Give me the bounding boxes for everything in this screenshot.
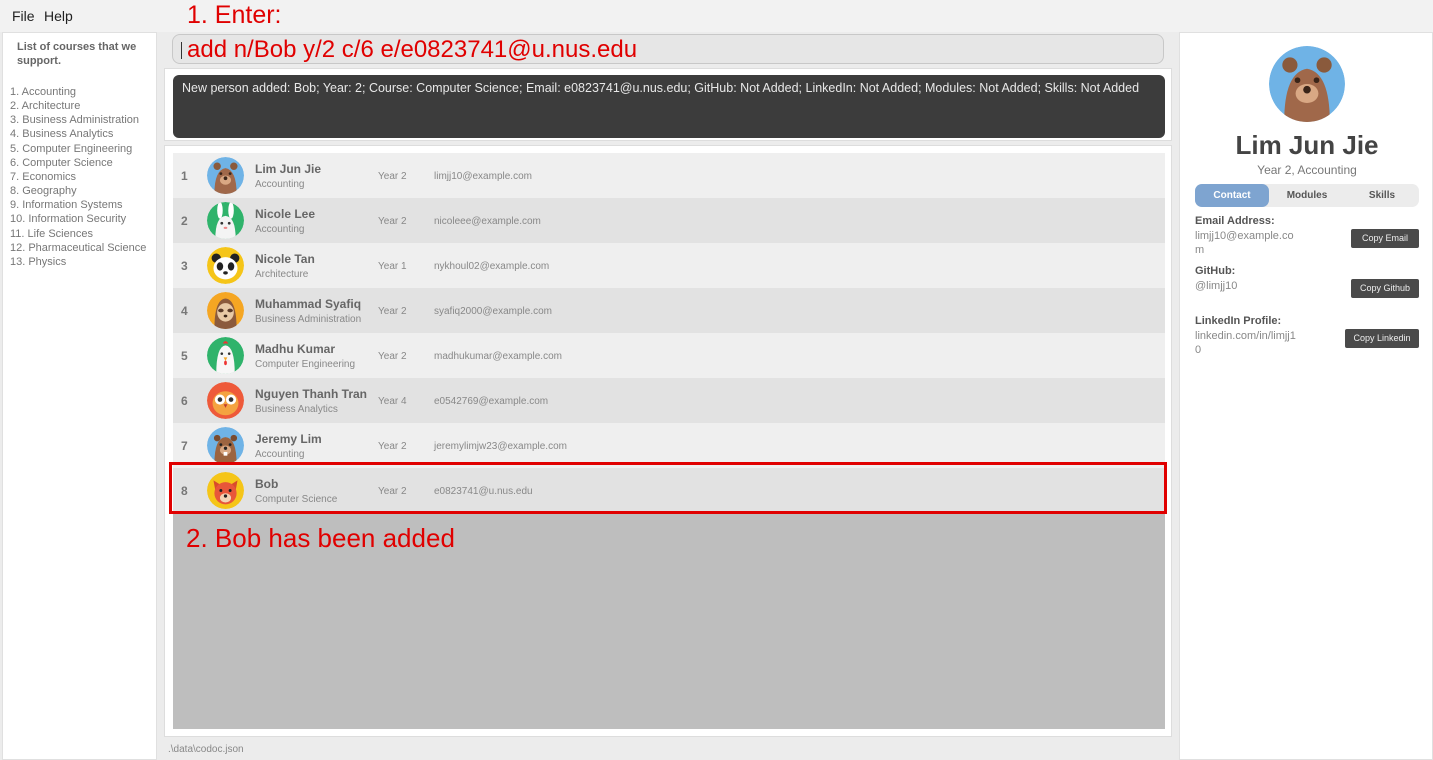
copy-linkedin-button[interactable]: Copy Linkedin xyxy=(1345,329,1419,348)
panda-icon xyxy=(207,247,244,284)
person-year: Year 2 xyxy=(378,351,407,362)
person-email: nicoleee@example.com xyxy=(434,216,541,227)
person-email: limjj10@example.com xyxy=(434,171,532,182)
person-index: 6 xyxy=(181,394,188,408)
person-email: jeremylimjw23@example.com xyxy=(434,441,567,452)
person-email: e0542769@example.com xyxy=(434,396,549,407)
course-item: 1. Accounting xyxy=(10,86,77,98)
text-caret xyxy=(181,42,182,59)
person-email: syafiq2000@example.com xyxy=(434,306,552,317)
linkedin-value: linkedin.com/in/limjj10 xyxy=(1195,330,1296,356)
person-email: madhukumar@example.com xyxy=(434,351,562,362)
person-row[interactable]: 4 Muhammad Syafiq Business Administration Y… xyxy=(173,288,1165,333)
copy-email-button[interactable]: Copy Email xyxy=(1351,229,1419,248)
rabbit-icon xyxy=(207,202,244,239)
person-year: Year 4 xyxy=(378,396,407,407)
person-index: 4 xyxy=(181,304,188,318)
course-item: 5. Computer Engineering xyxy=(10,142,133,155)
github-value: @limjj10 xyxy=(1195,280,1238,292)
result-panel: New person added: Bob; Year: 2; Course: … xyxy=(164,68,1172,141)
person-name: Nicole Tan xyxy=(255,252,315,266)
person-course: Computer Engineering xyxy=(255,359,356,370)
person-row[interactable]: 6 Nguyen Thanh Tran Business Analytics Year… xyxy=(173,378,1165,423)
person-year: Year 1 xyxy=(378,261,407,272)
person-index: 3 xyxy=(181,259,188,273)
owl-icon xyxy=(207,382,244,419)
github-label: GitHub: xyxy=(1195,265,1236,277)
person-email: nykhoul02@example.com xyxy=(434,261,550,272)
detail-tabs: Contact Modules Skills xyxy=(1195,184,1419,207)
detail-name: Lim Jun Jie xyxy=(1235,130,1379,160)
person-name: Jeremy Lim xyxy=(255,432,322,446)
person-course: Architecture xyxy=(255,269,309,280)
person-course: Business Analytics xyxy=(255,404,338,415)
course-list-title: List of courses that we support. xyxy=(17,41,137,67)
course-item: 12. Pharmaceutical Science xyxy=(10,241,147,254)
person-course: Accounting xyxy=(255,449,305,460)
person-row[interactable]: 3 Nicole Tan Architecture Year 1 nykhoul02@e… xyxy=(173,243,1165,288)
person-index: 1 xyxy=(181,169,188,183)
beaver-icon xyxy=(207,427,244,464)
course-item: 11. Life Sciences xyxy=(10,227,93,240)
result-text: New person added: Bob; Year: 2; Course: … xyxy=(182,81,1140,95)
person-row[interactable]: 1 Lim Jun Jie Accounting Year 2 limjj10@exam… xyxy=(173,153,1165,198)
command-input[interactable]: add n/Bob y/2 c/6 e/e0823741@u.nus.edu xyxy=(172,34,1164,64)
person-course: Accounting xyxy=(255,179,305,190)
bear-icon xyxy=(1269,46,1345,122)
course-item: 9. Information Systems xyxy=(10,199,123,212)
tab-skills[interactable]: Skills xyxy=(1345,184,1419,207)
course-item: 10. Information Security xyxy=(10,213,127,226)
person-year: Year 2 xyxy=(378,306,407,317)
person-year: Year 2 xyxy=(378,441,407,452)
person-list-panel: 1 Lim Jun Jie Accounting Year 2 limjj10@exam… xyxy=(164,145,1172,737)
course-item: 8. Geography xyxy=(10,185,77,198)
linkedin-label: LinkedIn Profile: xyxy=(1195,315,1282,327)
course-list: 1. Accounting 2. Architecture 3. Busines… xyxy=(10,85,146,269)
tab-contact[interactable]: Contact xyxy=(1195,184,1269,207)
highlight-box xyxy=(169,462,1167,514)
course-item: 2. Architecture xyxy=(10,100,81,113)
person-year: Year 2 xyxy=(378,171,407,182)
save-file-path: .\data\codoc.json xyxy=(168,744,244,755)
course-item: 3. Business Administration xyxy=(10,114,140,127)
person-list[interactable]: 1 Lim Jun Jie Accounting Year 2 limjj10@exam… xyxy=(173,153,1165,729)
command-text[interactable]: add n/Bob y/2 c/6 e/e0823741@u.nus.edu xyxy=(187,36,637,64)
annotation-step-1: 1. Enter: xyxy=(187,1,282,29)
tab-modules[interactable]: Modules xyxy=(1270,184,1344,207)
person-index: 5 xyxy=(181,349,188,363)
detail-subtitle: Year 2, Accounting xyxy=(1257,163,1357,177)
person-name: Nguyen Thanh Tran xyxy=(255,387,368,401)
course-list-panel: List of courses that we support. 1. Acco… xyxy=(2,32,157,760)
annotation-step-2: 2. Bob has been added xyxy=(186,523,455,553)
course-item: 7. Economics xyxy=(10,170,77,183)
person-row[interactable]: 2 Nicole Lee Accounting Year 2 nicoleee@exam… xyxy=(173,198,1165,243)
person-name: Nicole Lee xyxy=(255,207,316,221)
course-item: 13. Physics xyxy=(10,255,67,268)
copy-github-button[interactable]: Copy Github xyxy=(1351,279,1419,298)
result-display: New person added: Bob; Year: 2; Course: … xyxy=(173,75,1165,138)
person-detail-panel: Lim Jun Jie Year 2, Accounting Contact M… xyxy=(1179,32,1433,760)
course-item: 4. Business Analytics xyxy=(10,128,114,141)
person-course: Accounting xyxy=(255,224,305,235)
course-item: 6. Computer Science xyxy=(10,156,113,169)
person-course: Business Administration xyxy=(255,314,362,325)
person-name: Lim Jun Jie xyxy=(255,162,322,176)
person-index: 7 xyxy=(181,439,188,453)
bear-icon xyxy=(207,157,244,194)
email-label: Email Address: xyxy=(1195,215,1275,227)
chicken-icon xyxy=(207,337,244,374)
email-value: limjj10@example.com xyxy=(1195,230,1294,256)
menu-help[interactable]: Help xyxy=(44,8,73,24)
person-index: 2 xyxy=(181,214,188,228)
menu-file[interactable]: File xyxy=(12,8,35,24)
status-bar: .\data\codoc.json xyxy=(160,740,1176,760)
person-name: Madhu Kumar xyxy=(255,342,336,356)
person-name: Muhammad Syafiq xyxy=(255,297,362,311)
person-year: Year 2 xyxy=(378,216,407,227)
person-row[interactable]: 5 Madhu Kumar Computer Engineering Year 2 ma… xyxy=(173,333,1165,378)
sloth-icon xyxy=(207,292,244,329)
